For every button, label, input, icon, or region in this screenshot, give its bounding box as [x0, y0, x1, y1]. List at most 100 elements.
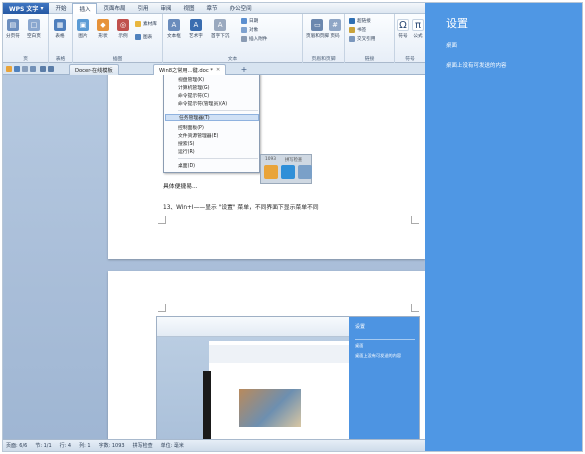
date-field-label: 日期 [249, 19, 259, 24]
status-unit[interactable]: 单位: 毫米 [161, 442, 184, 449]
document-page-2[interactable]: 设置 桌面 桌面上没有可发送的内容 [108, 271, 425, 439]
menu-item: 文件资源管理器(E) [178, 134, 219, 139]
taskbar-app-icon [298, 165, 312, 179]
tab-page-layout[interactable]: 页面布局 [97, 3, 131, 14]
clipart-icon [135, 21, 141, 27]
textbox-button[interactable]: A 文本框 [167, 19, 181, 39]
charm-title: 设置 [446, 17, 468, 30]
tab-view[interactable]: 视图 [178, 3, 201, 14]
tab-document[interactable]: Win8之常用...键.doc * ✕ [153, 64, 227, 75]
menu-item: 控制面板(P) [178, 126, 204, 131]
ribbon-group-symbols: Ω 符号 π 公式 符号 [395, 14, 425, 63]
screenshot-frame: WPS 文字 ▾ 开始 插入 页面布局 引用 审阅 视图 章节 办公空间 ▤ 分… [2, 2, 583, 452]
wordart-icon: A [189, 19, 202, 31]
taskbar-app-icon [281, 165, 295, 179]
embedded-photo [239, 389, 301, 427]
status-section: 节: 1/1 [35, 443, 52, 449]
pi-icon: π [412, 19, 424, 31]
group-label-page: 页 [23, 57, 28, 62]
table-label: 表格 [55, 34, 65, 39]
app-name: WPS 文字 [9, 5, 39, 13]
close-icon[interactable]: ✕ [216, 67, 220, 73]
clipart-button[interactable]: 素材库 [135, 21, 157, 27]
bookmark-label: 书签 [357, 28, 367, 33]
tab-docer-templates[interactable]: Docer-在线模板 [69, 64, 119, 75]
context-menu-image: 视盘管理(K) 计算机管理(G) 命令提示符(C) 命令提示符(管理员)(A) … [163, 75, 260, 173]
embedded-ribbon [157, 317, 349, 337]
menu-item: 运行(R) [178, 150, 195, 155]
tab-review[interactable]: 审阅 [155, 3, 178, 14]
hyperlink-button[interactable]: 超链接 [349, 18, 371, 24]
chart-label: 图表 [143, 35, 153, 40]
embedded-panel-item: 桌面 [355, 343, 364, 348]
ribbon-group-table: ▦ 表格 表格 [49, 14, 73, 63]
header-footer-label: 页眉和页脚 [306, 34, 329, 39]
folder-icon[interactable] [6, 66, 12, 72]
tab-insert[interactable]: 插入 [72, 3, 98, 14]
app-menu-button[interactable]: WPS 文字 ▾ [3, 3, 50, 14]
settings-charm-panel: 设置 桌面 桌面上没有可发送的内容 [425, 3, 582, 451]
page-break-icon: ▤ [6, 19, 19, 31]
document-text-line[interactable]: 具体便捷易... [163, 181, 198, 190]
document-workspace[interactable]: 具体便捷易... 13、Win+I——显示 "设置" 菜单，不同界面下显示菜单不… [3, 75, 425, 439]
charm-context-label: 桌面 [446, 43, 458, 49]
blank-page-button[interactable]: □ 空白页 [27, 19, 41, 39]
smartart-button[interactable]: ◎ 示例 [117, 19, 129, 39]
print-preview-icon[interactable] [30, 66, 36, 72]
embedded-settings-panel: 设置 桌面 桌面上没有可发送的内容 [349, 317, 419, 439]
date-field-button[interactable]: 日期 [241, 18, 258, 24]
redo-icon[interactable] [48, 66, 54, 72]
print-icon[interactable] [22, 66, 28, 72]
status-col: 列: 1 [79, 443, 91, 449]
embedded-workspace [157, 337, 349, 439]
taskbar-fragment-image: 1093 拼写检查 [260, 154, 312, 184]
undo-icon[interactable] [40, 66, 46, 72]
status-spell-check[interactable]: 拼写检查 [133, 442, 153, 449]
formula-button[interactable]: π 公式 [412, 19, 424, 39]
tab-chapter[interactable]: 章节 [201, 3, 224, 14]
page-break-button[interactable]: ▤ 分页符 [6, 19, 20, 39]
link-icon [349, 18, 355, 24]
status-word-count[interactable]: 字数: 1093 [99, 442, 125, 449]
page-number-button[interactable]: # 页码 [329, 19, 341, 39]
embedded-page [203, 341, 349, 439]
shape-button[interactable]: ◆ 形状 [97, 19, 109, 39]
chart-icon [135, 34, 141, 40]
smartart-icon: ◎ [117, 19, 129, 31]
insert-attachment-button[interactable]: 插入附件 [241, 36, 267, 42]
document-text-line[interactable]: 13、Win+I——显示 "设置" 菜单，不同界面下显示菜单不同 [163, 202, 319, 211]
spell-check-fragment: 拼写检查 [285, 158, 303, 163]
chevron-down-icon: ▾ [40, 4, 44, 12]
first-letter-label: 首字下沉 [211, 34, 230, 39]
tab-home[interactable]: 开始 [49, 3, 72, 14]
shape-label: 形状 [98, 34, 108, 39]
tab-references[interactable]: 引用 [132, 3, 155, 14]
first-letter-button[interactable]: A 首字下沉 [211, 19, 229, 39]
embedded-panel-title: 设置 [355, 324, 366, 330]
bookmark-icon [349, 27, 355, 33]
object-button[interactable]: 对象 [241, 27, 258, 33]
tab-office-space[interactable]: 办公空间 [224, 3, 258, 14]
docer-tab-label: Docer-在线模板 [75, 67, 113, 74]
picture-button[interactable]: ▣ 图片 [77, 19, 89, 39]
picture-label: 图片 [78, 34, 88, 39]
new-tab-button[interactable]: + [239, 65, 249, 74]
cross-ref-button[interactable]: 交叉引用 [349, 36, 375, 42]
menu-item: 视盘管理(K) [178, 78, 205, 83]
embedded-panel-item: 桌面上没有可发送的内容 [355, 353, 402, 358]
chart-button[interactable]: 图表 [135, 34, 152, 40]
table-button[interactable]: ▦ 表格 [54, 19, 66, 39]
textbox-label: 文本框 [167, 34, 181, 39]
group-label-table: 表格 [55, 57, 66, 62]
save-icon[interactable] [14, 66, 20, 72]
blank-page-label: 空白页 [27, 34, 41, 39]
status-page[interactable]: 页面: 6/6 [6, 442, 27, 449]
group-label-header-footer: 页眉和页脚 [311, 57, 336, 62]
wordart-button[interactable]: A 艺术字 [189, 19, 203, 39]
embedded-panel-divider [355, 339, 415, 340]
header-footer-button[interactable]: ▭ 页眉和页脚 [306, 19, 329, 39]
symbol-label: 符号 [398, 34, 408, 39]
symbol-button[interactable]: Ω 符号 [397, 19, 409, 39]
bookmark-button[interactable]: 书签 [349, 27, 366, 33]
picture-icon: ▣ [77, 19, 89, 31]
